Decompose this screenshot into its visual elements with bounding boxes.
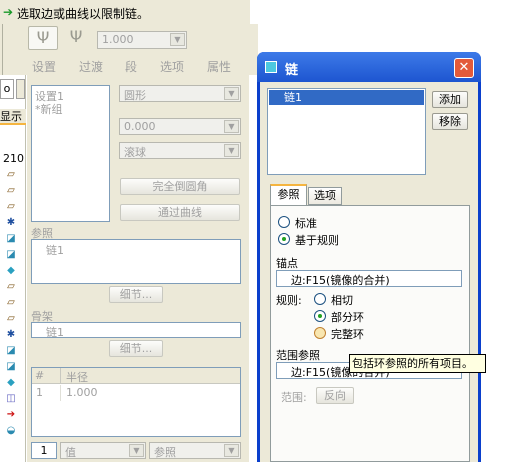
feature-icon: ◪ — [6, 249, 16, 260]
extrude-icon: ◆ — [7, 265, 15, 276]
tab-display[interactable]: 显示 — [0, 109, 26, 125]
round-set-mode-icon[interactable]: Ψ — [28, 26, 58, 50]
coordinate-system-icon: ✱ — [6, 217, 16, 228]
value-type-select[interactable]: 值 ▼ — [60, 442, 146, 459]
insert-here-arrow-icon: ➔ — [6, 409, 16, 420]
radio-tangent-label: 相切 — [331, 294, 353, 307]
chevron-down-icon: ▼ — [129, 444, 144, 457]
shape-select[interactable]: 圆形 ▼ — [119, 85, 241, 102]
mirror-icon: ◫ — [6, 393, 16, 404]
round-feature-icon: ◒ — [6, 425, 16, 436]
rules-label: 规则: — [276, 294, 302, 307]
dialog-title: 链 — [285, 63, 299, 78]
full-round-button[interactable]: 完全倒圆角 — [120, 178, 240, 195]
radio-partial-loop[interactable] — [314, 310, 326, 322]
datum-plane-icon: ▱ — [7, 313, 15, 324]
chain-dialog: 链 ✕ 链1 添加 移除 参照 选项 标准 基于规则 锚点 边:F15(镜像的合… — [257, 52, 481, 462]
reference-type-select[interactable]: 参照 ▼ — [149, 442, 241, 459]
radio-rule-based[interactable] — [278, 233, 290, 245]
tab-transitions[interactable]: 过渡 — [79, 58, 103, 75]
tab-o[interactable]: o — [0, 79, 14, 99]
radius-table: # 半径 1 1.000 — [31, 367, 241, 437]
range-label: 范围: — [281, 391, 307, 404]
tab-options[interactable]: 选项 — [160, 58, 184, 75]
list-item[interactable]: *新组 — [35, 101, 63, 117]
datum-plane-icon: ▱ — [7, 281, 15, 292]
radio-partial-loop-label: 部分环 — [331, 311, 364, 324]
datum-plane-icon: ▱ — [7, 185, 15, 196]
table-cell: 1 — [36, 386, 43, 399]
radio-standard[interactable] — [278, 216, 290, 228]
tab-segments[interactable]: 段 — [125, 58, 137, 75]
dialog-body: 链1 添加 移除 参照 选项 标准 基于规则 锚点 边:F15(镜像的合并) 规… — [260, 82, 478, 462]
arrow-right-icon: ➔ — [3, 5, 14, 19]
list-item-selected[interactable]: 链1 — [269, 90, 424, 105]
references-tab-panel: 标准 基于规则 锚点 边:F15(镜像的合并) 规则: 相切 部分环 完整环 范… — [270, 205, 470, 462]
model-tree-strip: o 显示 210 ▱ ▱ ▱ ✱ ◪ ◪ ◆ ▱ ▱ ▱ ✱ ◪ ◪ ◆ ◫ ➔… — [0, 75, 26, 462]
radio-full-loop-label: 完整环 — [331, 328, 364, 341]
row-number-field[interactable]: 1 — [31, 442, 57, 459]
sets-panel: 设置1 *新组 圆形 ▼ 0.000 ▼ 滚球 ▼ 完全倒圆角 通过曲线 参照 链1 … — [27, 75, 249, 462]
datum-plane-icon: ▱ — [7, 297, 15, 308]
table-header: # 半径 — [32, 368, 240, 384]
tab-options[interactable]: 选项 — [308, 187, 342, 205]
list-item[interactable]: 链1 — [46, 242, 64, 258]
tab-side[interactable] — [16, 79, 25, 99]
table-cell: 1.000 — [66, 386, 98, 399]
radio-standard-label: 标准 — [295, 217, 317, 230]
feature-icon: ◪ — [6, 361, 16, 372]
column-header: 半径 — [66, 371, 88, 384]
tab-references[interactable]: 参照 — [270, 184, 307, 205]
sets-list[interactable]: 设置1 *新组 — [31, 85, 110, 222]
radius-value-field[interactable]: 1.000 ▼ — [97, 31, 187, 49]
skeleton-box[interactable]: 链1 — [31, 322, 241, 340]
radio-rule-based-label: 基于规则 — [295, 234, 339, 247]
radio-full-loop[interactable] — [314, 327, 326, 339]
column-header: # — [35, 369, 45, 382]
remove-button[interactable]: 移除 — [432, 113, 468, 130]
list-item[interactable]: 链1 — [46, 324, 64, 340]
through-curve-button[interactable]: 通过曲线 — [120, 204, 240, 221]
chevron-down-icon: ▼ — [224, 144, 239, 157]
reverse-button[interactable]: 反向 — [316, 387, 354, 404]
transition-mode-icon[interactable]: Ψ — [62, 26, 90, 50]
table-row[interactable]: 1 1.000 — [32, 385, 240, 401]
details-button[interactable]: 细节... — [109, 286, 163, 303]
datum-plane-icon: ▱ — [7, 201, 15, 212]
chevron-down-icon: ▼ — [170, 33, 185, 46]
value-210: 210 — [3, 152, 24, 165]
chevron-down-icon: ▼ — [224, 120, 239, 133]
dialog-titlebar[interactable]: 链 ✕ — [257, 52, 481, 82]
chain-list[interactable]: 链1 — [267, 88, 426, 175]
tooltip: 包括环参照的所有项目。 — [349, 354, 486, 373]
close-icon[interactable]: ✕ — [454, 58, 474, 78]
ball-select[interactable]: 滚球 ▼ — [119, 142, 241, 159]
chevron-down-icon: ▼ — [224, 444, 239, 457]
radio-tangent[interactable] — [314, 293, 326, 305]
datum-plane-icon: ▱ — [7, 169, 15, 180]
anchor-field[interactable]: 边:F15(镜像的合并) — [276, 270, 462, 287]
value-field[interactable]: 0.000 ▼ — [119, 118, 241, 135]
add-button[interactable]: 添加 — [432, 91, 468, 108]
dashboard: Ψ Ψ 1.000 ▼ 设置 过渡 段 选项 属性 — [0, 24, 258, 75]
chevron-down-icon: ▼ — [224, 87, 239, 100]
tab-properties[interactable]: 属性 — [207, 58, 231, 75]
coordinate-system-icon: ✱ — [6, 329, 16, 340]
references-box[interactable]: 链1 — [31, 239, 241, 284]
anchor-label: 锚点 — [276, 257, 298, 270]
message-bar: ➔ 选取边或曲线以限制链。 — [0, 0, 250, 24]
extrude-icon: ◆ — [7, 377, 15, 388]
feature-icon: ◪ — [6, 345, 16, 356]
prompt-text: 选取边或曲线以限制链。 — [17, 7, 150, 21]
feature-icon: ◪ — [6, 233, 16, 244]
extent-label: 范围参照 — [276, 349, 320, 362]
tab-settings[interactable]: 设置 — [32, 58, 56, 75]
details-button[interactable]: 细节... — [109, 340, 163, 357]
window-icon — [265, 61, 277, 73]
